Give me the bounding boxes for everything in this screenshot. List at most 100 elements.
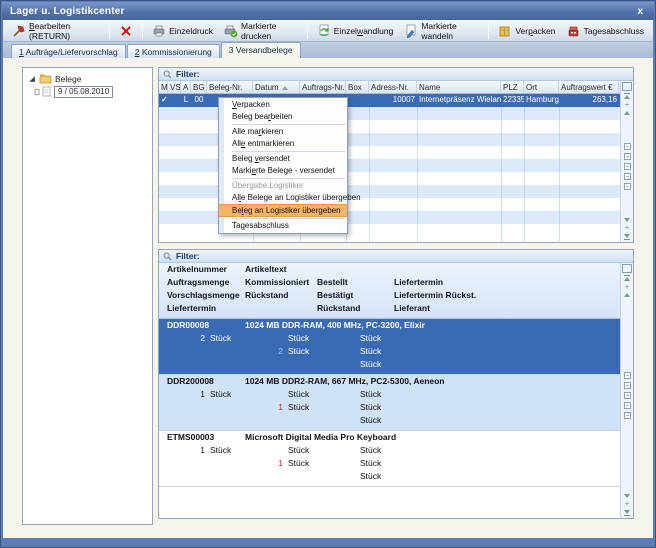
nav-next-icon[interactable] — [624, 218, 630, 222]
qty-order: 1 — [167, 389, 205, 399]
single-print-button[interactable]: Einzeldruck — [148, 23, 217, 39]
column-chooser-icon[interactable] — [623, 83, 631, 90]
grid-view-icon[interactable] — [624, 372, 631, 379]
tree-collapsed-icon[interactable] — [35, 89, 38, 94]
article-block-etms00003[interactable]: ETMS00003Microsoft Digital Media Pro Key… — [159, 431, 633, 487]
layout-icon[interactable] — [624, 412, 631, 419]
tree-expanded-icon[interactable] — [29, 76, 35, 82]
convert-marked-icon — [404, 24, 418, 38]
article-block-ddr200008[interactable]: DDR2000081024 MB DDR2-RAM, 667 MHz, PC2-… — [159, 375, 633, 431]
cell-plz: 22335 — [501, 94, 524, 107]
column-header-box[interactable]: Box — [346, 81, 369, 93]
top-filter-bar[interactable]: Filter: — [159, 68, 633, 81]
band-liefertermin2[interactable]: Liefertermin — [167, 303, 216, 313]
cell-auftragswert: 263,16 — [559, 94, 619, 107]
tab-kommissionierung[interactable]: 2 Kommissionierung — [127, 44, 220, 58]
filter-icon[interactable] — [624, 173, 631, 180]
band-kommissioniert[interactable]: Kommissioniert — [245, 277, 309, 287]
tabstrip: 1 Aufträge/Liefervorschlag 2 Kommissioni… — [3, 42, 653, 58]
band-vorschlagsmenge[interactable]: Vorschlagsmenge — [167, 290, 240, 300]
band-artikelnummer[interactable]: Artikelnummer — [167, 264, 227, 274]
close-icon[interactable]: x — [634, 6, 646, 17]
band-lieferant[interactable]: Lieferant — [394, 303, 430, 313]
edit-button[interactable]: Bearbeiten (RETURN) — [8, 20, 104, 42]
nav-next-icon[interactable] — [624, 494, 630, 498]
column-header-datum[interactable]: Datum — [253, 81, 300, 93]
context-menu: Verpacken Beleg bearbeiten Alle markiere… — [218, 97, 348, 234]
menu-item-tagesabschluss[interactable]: Tagesabschluss — [219, 220, 347, 232]
menu-item-alle-markieren[interactable]: Alle markieren — [219, 126, 347, 138]
column-header-name[interactable]: Name — [417, 81, 501, 93]
column-header-ort[interactable]: Ort — [524, 81, 559, 93]
tree-node-document[interactable]: 9 / 05.08.2010 — [23, 85, 152, 98]
nav-add2-icon[interactable]: + — [625, 225, 630, 231]
column-header-adressnr[interactable]: Adress-Nr. — [369, 81, 417, 93]
band-liefertermin-rueckst[interactable]: Liefertermin Rückst. — [394, 290, 476, 300]
column-header-plz[interactable]: PLZ — [501, 81, 524, 93]
nav-first-icon[interactable] — [624, 95, 630, 99]
band-artikeltext[interactable]: Artikeltext — [245, 264, 287, 274]
tab-auftraege-liefervorschlag[interactable]: 1 Aufträge/Liefervorschlag — [11, 44, 126, 58]
menu-item-beleg-an-logistiker[interactable]: Beleg an Logistiker übergeben — [219, 204, 347, 217]
menu-item-beleg-versendet[interactable]: Beleg versendet — [219, 153, 347, 165]
nav-last-icon[interactable] — [624, 234, 630, 238]
article-block-ddr00008[interactable]: DDR00008 1024 MB DDR-RAM, 400 MHz, PC-320… — [159, 319, 633, 375]
band-rueckstand2[interactable]: Rückstand — [317, 303, 360, 313]
band-auftragsmenge[interactable]: Auftragsmenge — [167, 277, 229, 287]
menu-item-verpacken[interactable]: Verpacken — [219, 99, 347, 111]
convert-single-button[interactable]: Einzelwandlung — [313, 23, 398, 39]
filter-magnifier-icon — [163, 70, 172, 79]
column-chooser-icon[interactable] — [623, 265, 631, 272]
nav-last-icon[interactable] — [624, 510, 630, 514]
print-marked-button[interactable]: Markierte drucken — [220, 20, 302, 42]
document-tree-panel: Belege 9 / 05.08.2010 — [22, 67, 153, 525]
nav-add2-icon[interactable]: + — [625, 501, 630, 507]
column-header-m[interactable]: M — [159, 81, 168, 93]
column-header-auftragsnr[interactable]: Auftrags-Nr. — [300, 81, 346, 93]
nav-first-icon[interactable] — [624, 277, 630, 281]
column-header-auftragswert[interactable]: Auftragswert € — [559, 81, 619, 93]
tree-node-value[interactable]: 9 / 05.08.2010 — [54, 86, 113, 98]
column-header-a[interactable]: A — [181, 81, 191, 93]
cell-adressnr: 10007 — [369, 94, 417, 107]
band-liefertermin[interactable]: Liefertermin — [394, 277, 443, 287]
day-close-button[interactable]: Tagesabschluss — [563, 23, 648, 39]
sum-icon[interactable] — [624, 392, 631, 399]
layout-icon[interactable] — [624, 183, 631, 190]
nav-add-icon[interactable]: + — [625, 284, 630, 290]
cancel-button[interactable] — [115, 23, 137, 39]
nav-add-icon[interactable]: + — [625, 102, 630, 108]
search-icon[interactable] — [624, 153, 631, 160]
pack-button[interactable]: Verpacken — [494, 23, 559, 39]
cell-a: L — [181, 94, 191, 107]
bottom-filter-bar[interactable]: Filter: — [159, 250, 633, 263]
menu-item-alle-belege-an-logistiker[interactable]: Alle Belege an Logistiker übergeben — [219, 192, 347, 204]
filter-magnifier-icon — [163, 252, 172, 261]
day-close-label: Tagesabschluss — [584, 26, 644, 36]
column-header-vs[interactable]: VS — [168, 81, 181, 93]
band-bestellt[interactable]: Bestellt — [317, 277, 348, 287]
menu-item-alle-entmarkieren[interactable]: Alle entmarkieren — [219, 138, 347, 150]
band-rueckstand[interactable]: Rückstand — [245, 290, 288, 300]
column-header-belegnr[interactable]: Beleg-Nr. — [207, 81, 253, 93]
tree-node-belege[interactable]: Belege — [23, 72, 152, 85]
convert-marked-button[interactable]: Markierte wandeln — [400, 20, 483, 42]
bottom-grid-nav-strip: + + — [620, 263, 633, 518]
nav-prev-icon[interactable] — [624, 111, 630, 115]
article-text: 1024 MB DDR-RAM, 400 MHz, PC-3200, Elixi… — [245, 320, 425, 330]
sum-icon[interactable] — [624, 163, 631, 170]
toolbar-separator — [488, 23, 489, 39]
menu-item-markierte-belege-versendet[interactable]: Markierte Belege - versendet — [219, 165, 347, 177]
search-icon[interactable] — [624, 382, 631, 389]
grid-view-icon[interactable] — [624, 143, 631, 150]
menu-item-beleg-bearbeiten[interactable]: Beleg bearbeiten — [219, 111, 347, 123]
filter-icon[interactable] — [624, 402, 631, 409]
column-header-bg[interactable]: BG — [191, 81, 207, 93]
band-bestaetigt[interactable]: Bestätigt — [317, 290, 353, 300]
qty-backlog: 1 — [247, 402, 283, 412]
top-grid-header: M VS A BG Beleg-Nr. Datum Auftrags-Nr. B… — [159, 81, 633, 94]
article-number: DDR00008 — [167, 320, 209, 330]
nav-prev-icon[interactable] — [624, 293, 630, 297]
tab-versandbelege[interactable]: 3 Versandbelege — [221, 42, 301, 58]
edit-button-label: Bearbeiten (RETURN) — [29, 21, 100, 41]
